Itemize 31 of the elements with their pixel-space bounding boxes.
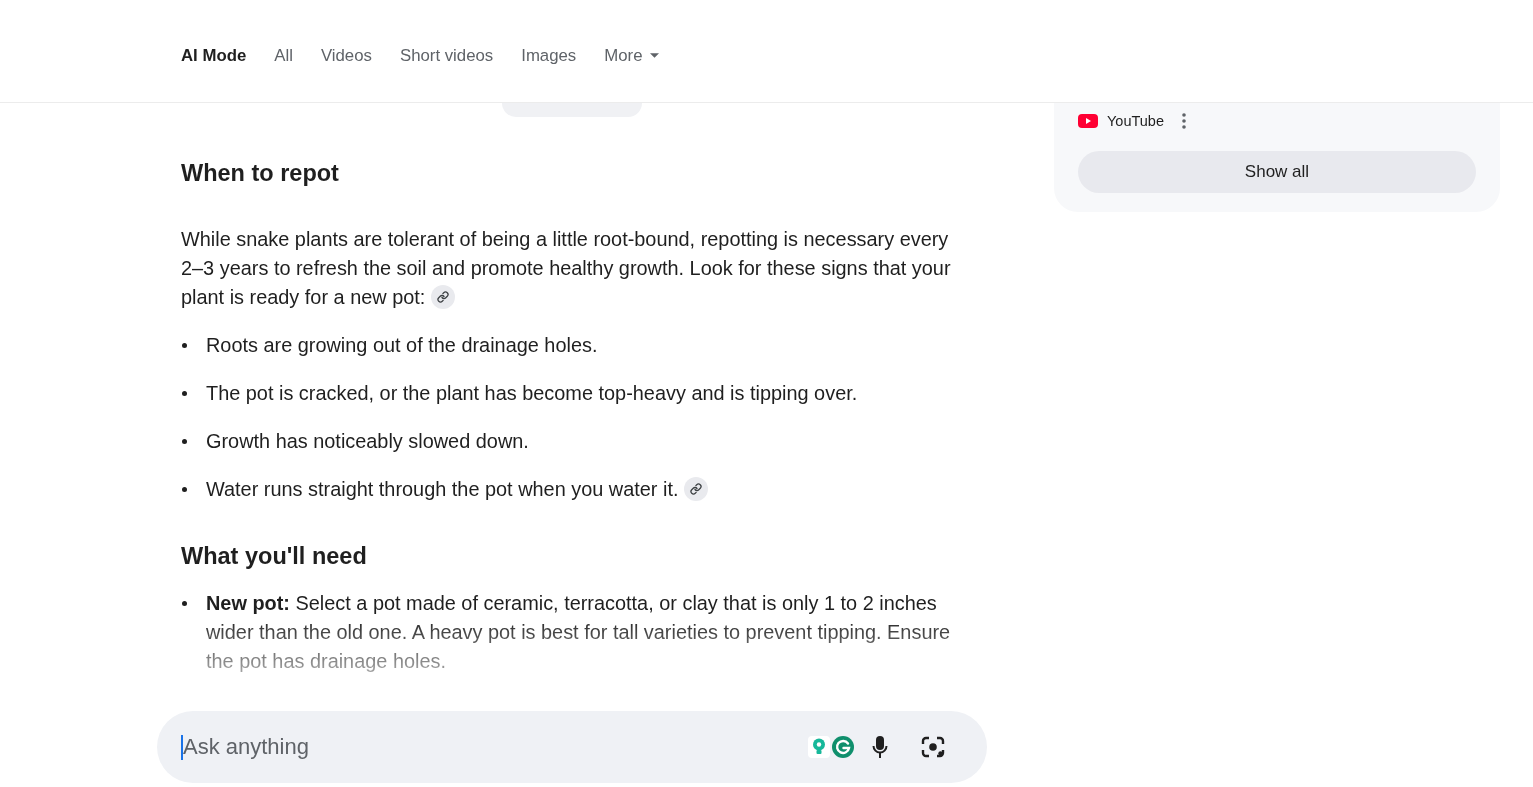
- search-field[interactable]: Ask anything: [157, 711, 987, 783]
- section-heading: What you'll need: [181, 542, 367, 570]
- tab[interactable]: All: [274, 44, 293, 67]
- list-item-text: Water runs straight through the pot when you water it.: [206, 475, 709, 504]
- section-heading: When to repot: [181, 159, 339, 187]
- paragraph: While snake plants are tolerant of being a little root-bound, repotting is necessary every 2–3 years to refresh the soil and promote healthy growth. Look for these signs that your plant is ready for a new pot:: [181, 227, 952, 311]
- tab[interactable]: Images: [521, 44, 577, 67]
- list-item-text: New pot: Select a pot made of ceramic, terracotta, or clay that is only 1 to 2 inches wider than the old one. A heavy pot is best for tall varieties to prevent tipping. Ensure the pot has drainage holes.: [206, 591, 952, 674]
- more-menu-tab[interactable]: More: [604, 44, 660, 67]
- caret-icon: [650, 53, 660, 58]
- tab[interactable]: Short videos: [399, 44, 494, 67]
- play-logo-icon: [1078, 114, 1098, 128]
- bullet-icon: [182, 343, 187, 348]
- tab[interactable]: AI Mode: [181, 44, 247, 67]
- source-name[interactable]: YouTube: [1107, 113, 1164, 129]
- show-all-button[interactable]: Show all: [1078, 151, 1476, 193]
- link-icon[interactable]: [684, 476, 709, 501]
- list-item-text: The pot is cracked, or the plant has become top-heavy and is tipping over.: [206, 381, 858, 406]
- bullet-icon: [182, 391, 187, 396]
- list-item-text: Roots are growing out of the drainage holes.: [206, 333, 598, 358]
- more-options-icon[interactable]: [1182, 113, 1186, 129]
- mic-icon[interactable]: [872, 735, 888, 759]
- link-icon[interactable]: [431, 284, 456, 309]
- bullet-icon: [182, 487, 187, 492]
- bullet-icon: [182, 601, 187, 606]
- bullet-icon: [182, 439, 187, 444]
- tab[interactable]: Videos: [320, 44, 372, 67]
- search-input[interactable]: Ask anything: [183, 734, 808, 760]
- list-item-text: Growth has noticeably slowed down.: [206, 429, 529, 454]
- g-circle-icon[interactable]: [832, 736, 854, 758]
- camera-icon[interactable]: [921, 736, 945, 758]
